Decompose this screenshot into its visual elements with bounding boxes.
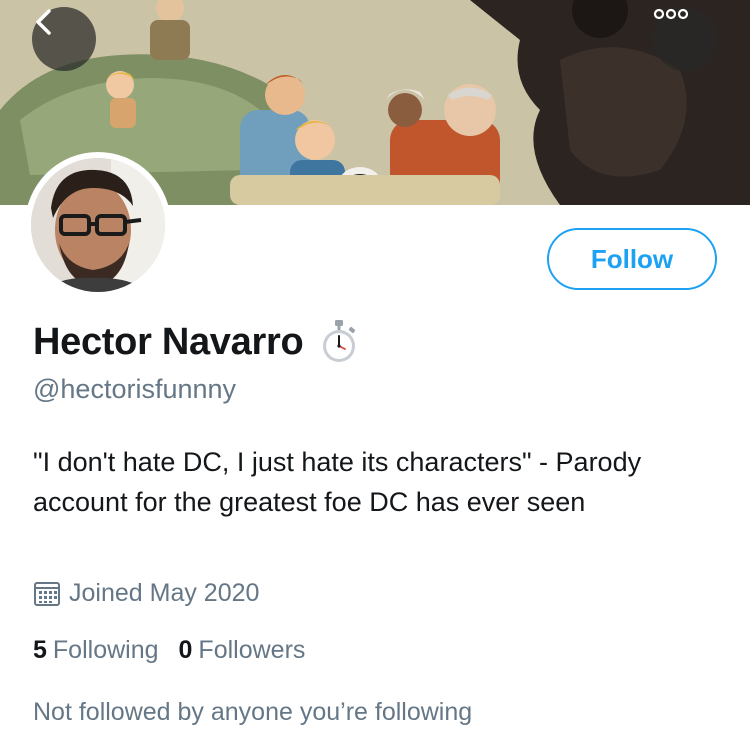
- display-name: Hector Navarro: [33, 320, 304, 363]
- more-options-button[interactable]: [653, 7, 717, 71]
- followers-link[interactable]: 0 Followers: [179, 636, 306, 665]
- followers-count: 0: [178, 636, 193, 664]
- profile-handle: @hectorisfunnny: [33, 374, 237, 404]
- follow-button[interactable]: Follow: [547, 228, 717, 290]
- joined-date-text: Joined May 2020: [69, 579, 260, 607]
- social-context-text: Not followed by anyone you’re following: [33, 698, 473, 726]
- profile-avatar[interactable]: [25, 152, 171, 298]
- follow-stats: 5 Following 0 Followers: [33, 636, 305, 665]
- back-button[interactable]: [32, 7, 96, 71]
- followers-label: Followers: [198, 636, 306, 664]
- calendar-icon: [33, 580, 61, 608]
- following-count: 5: [33, 636, 47, 664]
- more-dots-icon: [653, 8, 689, 20]
- profile-name-row: Hector Navarro: [33, 320, 359, 364]
- profile-bio: "I don't hate DC, I just hate its charac…: [33, 447, 642, 517]
- chevron-left-icon: [36, 9, 51, 35]
- following-label: Following: [52, 636, 159, 664]
- stopwatch-icon: [319, 320, 359, 364]
- following-link[interactable]: 5 Following: [33, 636, 159, 665]
- joined-date-row: Joined May 2020: [33, 579, 259, 608]
- avatar-photo: [31, 158, 165, 292]
